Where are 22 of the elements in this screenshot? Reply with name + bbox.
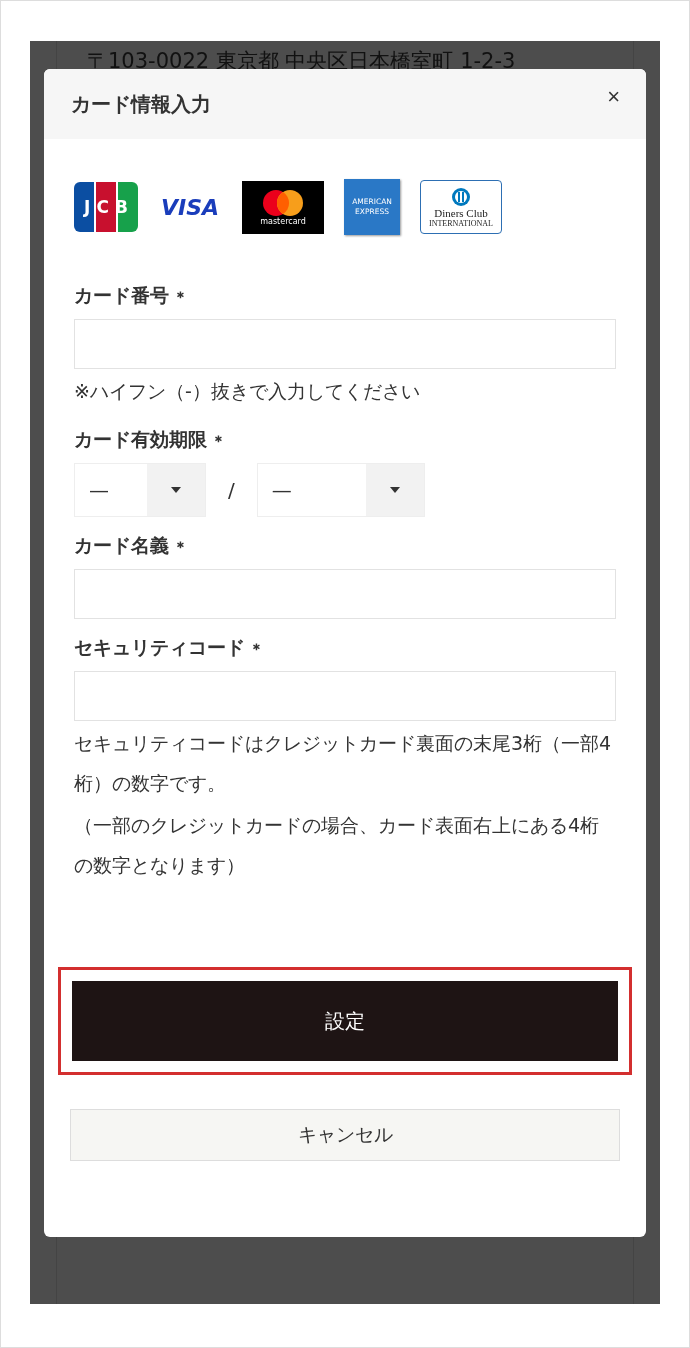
help-text: セキュリティコードはクレジットカード裏面の末尾3桁（一部4桁）の数字です。 [74, 731, 613, 796]
input-field[interactable] [74, 671, 616, 721]
caret-icon [389, 487, 400, 493]
field-label: カード番号 ＊ [74, 283, 189, 308]
month-select[interactable]: — [74, 463, 206, 517]
year-select[interactable]: — [256, 463, 425, 517]
card-logo: Diners Club INTERNATIONAL [420, 180, 502, 234]
dialog-title: カード情報入力 [71, 90, 211, 118]
input-field[interactable] [74, 569, 616, 619]
caret-icon [171, 487, 181, 493]
field-label: セキュリティコード ＊ [74, 635, 265, 660]
cancel-button[interactable]: キャンセル [70, 1109, 620, 1161]
input-field[interactable] [74, 319, 616, 369]
help-text: ※ハイフン（-）抜きで入力してください [74, 379, 421, 404]
close-button[interactable]: × [607, 84, 620, 110]
help-text: （一部のクレジットカードの場合、カード表面右上にある4桁の数字となります） [74, 813, 601, 878]
submit-button[interactable]: 設定 [72, 981, 618, 1061]
separator-text: / [228, 478, 235, 502]
field-label: カード名義 ＊ [74, 533, 189, 558]
card-logo: mastercard [242, 180, 324, 234]
card-logo: VISA [159, 194, 221, 220]
field-label: カード有効期限 ＊ [74, 427, 227, 452]
